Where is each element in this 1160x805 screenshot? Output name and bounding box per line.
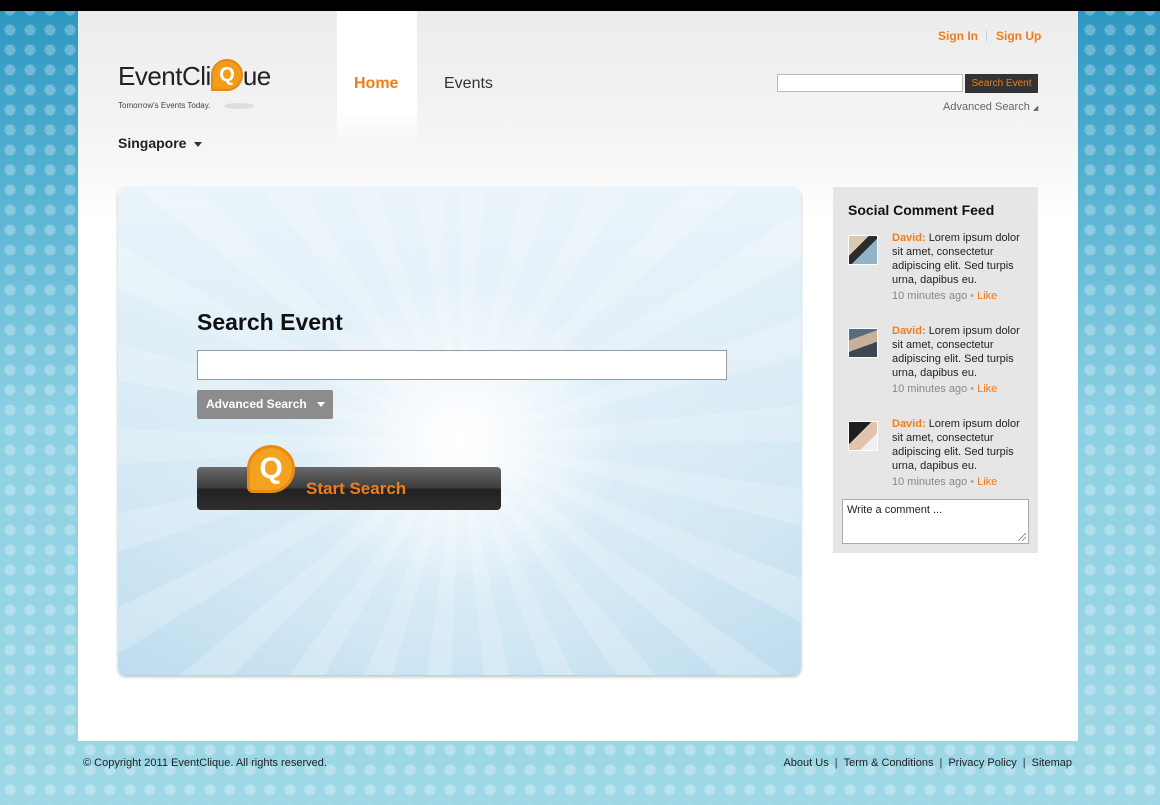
search-panel-title: Search Event <box>197 309 343 335</box>
nav-events[interactable]: Events <box>444 75 493 93</box>
logo-q-icon: Q <box>210 59 243 91</box>
comment-meta: 10 minutes ago • Like <box>892 290 997 302</box>
comment-item: David: Lorem ipsum dolor sit amet, conse… <box>848 227 1028 307</box>
nav-home[interactable]: Home <box>354 75 398 93</box>
top-bar <box>0 0 1160 11</box>
footer-link-privacy[interactable]: Privacy Policy <box>948 757 1016 769</box>
comment-input[interactable]: Write a comment ... <box>842 499 1029 544</box>
bullet-icon: • <box>970 290 975 302</box>
comment-author[interactable]: David: <box>892 418 926 430</box>
footer-link-sitemap[interactable]: Sitemap <box>1032 757 1072 769</box>
avatar[interactable] <box>848 421 878 451</box>
footer-separator: | <box>834 757 838 769</box>
page-container: EventCli Que Tomorrow's Events Today. Hom… <box>78 11 1078 741</box>
logo-wordmark: EventCli Que <box>118 59 271 91</box>
sign-up-link[interactable]: Sign Up <box>996 29 1041 43</box>
comment-author[interactable]: David: <box>892 325 926 337</box>
avatar[interactable] <box>848 235 878 265</box>
auth-separator: | <box>985 28 989 42</box>
logo-tagline: Tomorrow's Events Today. <box>118 101 211 110</box>
search-q-icon: Q <box>247 445 295 493</box>
footer-link-terms[interactable]: Term & Conditions <box>844 757 934 769</box>
footer-separator: | <box>939 757 943 769</box>
comment-text-block: David: Lorem ipsum dolor sit amet, conse… <box>892 231 1022 287</box>
comment-time: 10 minutes ago <box>892 383 968 395</box>
like-link[interactable]: Like <box>977 476 997 488</box>
copyright: © Copyright 2011 EventClique. All rights… <box>83 757 327 769</box>
advanced-search-button[interactable]: Advanced Search <box>197 390 333 419</box>
footer-link-about[interactable]: About Us <box>783 757 828 769</box>
comment-input-text: Write a comment ... <box>847 504 943 516</box>
comment-author[interactable]: David: <box>892 232 926 244</box>
comment-item: David: Lorem ipsum dolor sit amet, conse… <box>848 320 1028 400</box>
comment-time: 10 minutes ago <box>892 476 968 488</box>
feed-title: Social Comment Feed <box>848 202 995 218</box>
comment-item: David: Lorem ipsum dolor sit amet, conse… <box>848 413 1028 493</box>
bullet-icon: • <box>970 383 975 395</box>
comment-text-block: David: Lorem ipsum dolor sit amet, conse… <box>892 324 1022 380</box>
comment-text-block: David: Lorem ipsum dolor sit amet, conse… <box>892 417 1022 473</box>
header-search-input[interactable] <box>777 74 963 92</box>
corner-arrow-icon: ◢ <box>1032 105 1039 112</box>
city-label: Singapore <box>118 135 187 151</box>
social-comment-feed: Social Comment Feed David: Lorem ipsum d… <box>833 187 1038 553</box>
start-search-label: Start Search <box>306 479 407 498</box>
like-link[interactable]: Like <box>977 383 997 395</box>
resize-grip-icon[interactable] <box>1018 533 1026 541</box>
caret-down-icon <box>194 141 203 147</box>
sign-in-link[interactable]: Sign In <box>938 29 978 43</box>
header-advanced-search-link[interactable]: Advanced Search ◢ <box>943 101 1038 113</box>
search-panel: Search Event Advanced Search Q Start Sea… <box>118 187 801 675</box>
event-search-input[interactable] <box>197 350 727 380</box>
start-search-button[interactable]: Q Start Search <box>197 445 501 510</box>
comment-meta: 10 minutes ago • Like <box>892 476 997 488</box>
bullet-icon: • <box>970 476 975 488</box>
header-search-button[interactable]: Search Event <box>965 74 1038 93</box>
footer-separator: | <box>1022 757 1026 769</box>
like-link[interactable]: Like <box>977 290 997 302</box>
logo-shadow <box>224 103 254 109</box>
avatar[interactable] <box>848 328 878 358</box>
caret-down-icon <box>316 402 325 408</box>
city-selector[interactable]: Singapore <box>118 135 203 151</box>
header-advanced-search-label: Advanced Search <box>943 101 1030 113</box>
comment-meta: 10 minutes ago • Like <box>892 383 997 395</box>
advanced-search-label: Advanced Search <box>206 397 307 411</box>
logo[interactable]: EventCli Que Tomorrow's Events Today. <box>118 59 288 116</box>
footer-links: About Us | Term & Conditions | Privacy Polic… <box>783 757 1072 769</box>
comment-time: 10 minutes ago <box>892 290 968 302</box>
